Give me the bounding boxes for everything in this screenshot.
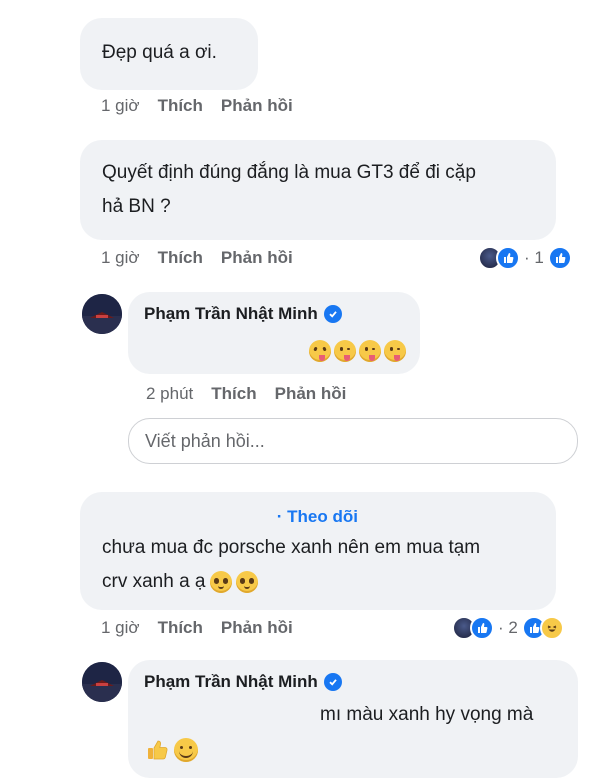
like-reaction-icon bbox=[547, 246, 572, 270]
comment-time: 1 giờ bbox=[101, 618, 140, 637]
comment-time: 1 giờ bbox=[101, 248, 140, 267]
comment-text-line1: Quyết định đúng đắng là mua GT3 để đi cặ… bbox=[102, 162, 476, 183]
reply-button[interactable]: Phản hồi bbox=[275, 384, 347, 404]
verified-badge-icon bbox=[323, 673, 342, 691]
comment-text-line2: crv xanh a ạ bbox=[102, 571, 206, 592]
like-reaction-icon bbox=[496, 246, 520, 270]
reply-input-placeholder: Viết phản hồi... bbox=[145, 430, 265, 451]
reaction-summary[interactable]: · 1 bbox=[478, 246, 572, 270]
like-reaction-icon bbox=[470, 616, 494, 640]
comment-time: 2 phút bbox=[146, 384, 194, 403]
winking-tongue-emoji bbox=[334, 340, 356, 362]
smiling-face-emoji bbox=[174, 738, 198, 762]
winking-tongue-emoji bbox=[384, 340, 406, 362]
reply-bubble-1: Phạm Trần Nhật Minh bbox=[128, 292, 420, 374]
reply-input[interactable]: Viết phản hồi... bbox=[128, 418, 578, 464]
comment-text: Đẹp quá a ơi. bbox=[102, 42, 217, 63]
comment-text: mı màu xanh hy vọng mà bbox=[320, 704, 534, 725]
verified-badge-icon bbox=[323, 305, 342, 323]
squinting-tongue-emoji bbox=[309, 340, 331, 362]
comment-meta-3: 1 giờ Thích Phản hồi bbox=[101, 618, 293, 638]
like-button[interactable]: Thích bbox=[158, 96, 203, 116]
comment-text-line2-row: crv xanh a ạ bbox=[102, 565, 534, 599]
author-name-text: Phạm Trần Nhật Minh bbox=[144, 672, 318, 691]
author-name[interactable]: Phạm Trần Nhật Minh bbox=[144, 672, 342, 692]
like-button[interactable]: Thích bbox=[211, 384, 256, 404]
author-name[interactable]: Phạm Trần Nhật Minh bbox=[144, 304, 342, 324]
emoji-row bbox=[309, 340, 406, 362]
haha-reaction-icon bbox=[539, 616, 564, 640]
pleading-face-emoji bbox=[235, 571, 258, 593]
avatar[interactable] bbox=[82, 662, 122, 702]
reply-button[interactable]: Phản hồi bbox=[221, 248, 293, 268]
reply-button[interactable]: Phản hồi bbox=[221, 618, 293, 638]
like-button[interactable]: Thích bbox=[158, 248, 203, 268]
reply-button[interactable]: Phản hồi bbox=[221, 96, 293, 116]
comment-text-line2: hả BN ? bbox=[102, 196, 171, 217]
reaction-count: · 2 bbox=[498, 618, 518, 637]
winking-tongue-emoji bbox=[359, 340, 381, 362]
reaction-count: · 1 bbox=[524, 248, 544, 267]
follow-link[interactable]: · Theo dõi bbox=[102, 506, 534, 529]
comment-bubble-2: Quyết định đúng đắng là mua GT3 để đi cặ… bbox=[80, 140, 556, 240]
like-button[interactable]: Thích bbox=[158, 618, 203, 638]
pleading-face-emoji bbox=[209, 571, 232, 593]
follow-label: · Theo dõi bbox=[276, 507, 358, 526]
comment-meta-2: 1 giờ Thích Phản hồi bbox=[101, 248, 293, 268]
avatar[interactable] bbox=[82, 294, 122, 334]
emoji-row bbox=[146, 738, 198, 762]
author-name-text: Phạm Trần Nhật Minh bbox=[144, 304, 318, 323]
reaction-summary[interactable]: · 2 bbox=[452, 616, 564, 640]
reply-bubble-2: Phạm Trần Nhật Minh mı màu xanh hy vọng … bbox=[128, 660, 578, 778]
comment-text-line1: chưa mua đc porsche xanh nên em mua tạm bbox=[102, 537, 481, 558]
comment-bubble-3: · Theo dõi chưa mua đc porsche xanh nên … bbox=[80, 492, 556, 610]
thumbs-up-emoji bbox=[146, 738, 170, 762]
reply-meta-1: 2 phút Thích Phản hồi bbox=[146, 384, 346, 404]
comment-bubble-1: Đẹp quá a ơi. bbox=[80, 18, 258, 90]
comment-meta-1: 1 giờ Thích Phản hồi bbox=[101, 96, 293, 116]
comment-time: 1 giờ bbox=[101, 96, 140, 115]
